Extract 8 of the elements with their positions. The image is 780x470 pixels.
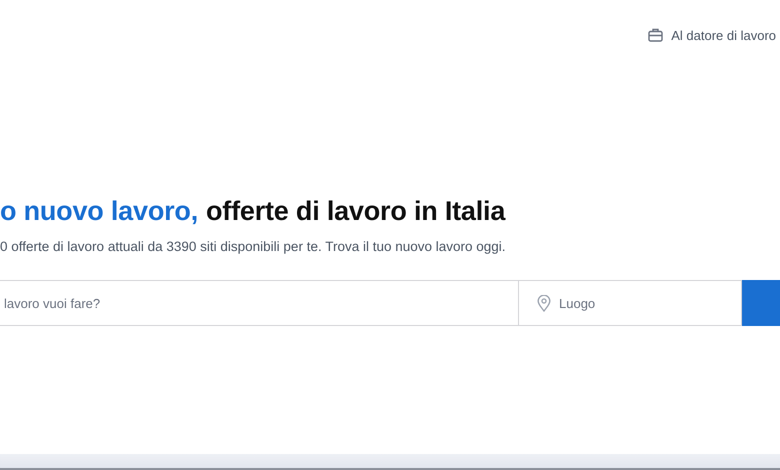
headline-text: offerte di lavoro in Italia (206, 196, 506, 227)
search-button[interactable] (742, 280, 780, 326)
headline-highlight: o nuovo lavoro, (0, 196, 198, 227)
job-search-field[interactable]: lavoro vuoi fare? (0, 280, 518, 326)
employer-link[interactable]: Al datore di lavoro (648, 26, 776, 44)
location-field[interactable]: Luogo (518, 280, 742, 326)
briefcase-icon (648, 28, 664, 42)
subtitle: 0 offerte di lavoro attuali da 3390 siti disponibili per te. Trova il tuo nuovo lavoro oggi. (0, 239, 507, 254)
